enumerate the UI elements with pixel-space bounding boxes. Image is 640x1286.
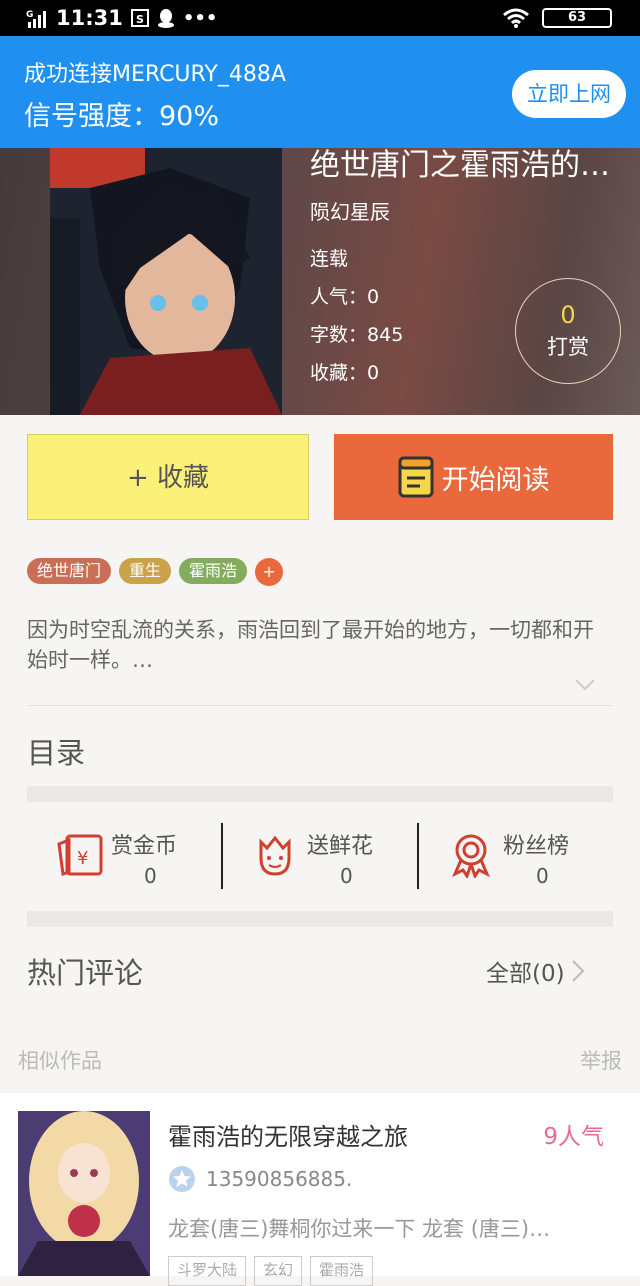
similar-work-popularity: 9人气 xyxy=(543,1124,604,1150)
reward-fans-label: 粉丝榜 xyxy=(503,834,570,859)
go-online-button[interactable]: 立即上网 xyxy=(512,70,626,118)
sim-icon: S xyxy=(130,9,149,27)
favorite-button[interactable]: + 收藏 xyxy=(27,434,309,520)
tip-button[interactable]: 0 打赏 xyxy=(515,278,621,384)
similar-work-tags: 斗罗大陆 玄幻 霍雨浩 xyxy=(168,1256,374,1286)
tip-count: 0 xyxy=(560,301,576,329)
svg-text:¥: ¥ xyxy=(77,848,88,869)
wifi-connected-banner[interactable]: 成功连接MERCURY_488A 信号强度：90% 立即上网 xyxy=(0,36,640,148)
tip-label: 打赏 xyxy=(547,335,589,359)
section-divider xyxy=(27,911,613,927)
flower-icon xyxy=(259,835,291,876)
banner-signal-strength: 信号强度：90% xyxy=(24,101,220,132)
battery-indicator: 63 xyxy=(542,8,612,28)
all-comments-link[interactable]: 全部(0) xyxy=(486,954,585,988)
reward-coins-label: 赏金币 xyxy=(111,834,178,859)
book-header: 绝世唐门之霍雨浩的… 陨幻星辰 连载 人气：0 字数：845 收藏：0 0 打赏 xyxy=(0,148,640,415)
similar-work-author-name: 13590856885. xyxy=(206,1167,353,1191)
similar-tag[interactable]: 斗罗大陆 xyxy=(168,1256,247,1286)
book-cover[interactable] xyxy=(50,148,282,415)
reward-coins-value: 0 xyxy=(144,864,157,888)
svg-text:G: G xyxy=(26,10,33,20)
add-tag-button[interactable]: + xyxy=(255,558,284,586)
tag-list: 绝世唐门 重生 霍雨浩 + xyxy=(27,558,284,586)
reward-flowers[interactable]: 送鲜花 0 xyxy=(223,820,417,892)
all-comments-label: 全部(0) xyxy=(486,961,565,987)
divider xyxy=(27,705,613,706)
medal-icon xyxy=(452,834,490,878)
clock: 11:31 xyxy=(56,6,123,30)
chevron-right-icon xyxy=(571,960,585,982)
similar-cover-art xyxy=(18,1111,150,1276)
start-reading-button[interactable]: 开始阅读 xyxy=(334,434,613,520)
similar-work-cover[interactable] xyxy=(18,1111,150,1276)
banner-ssid: 成功连接MERCURY_488A xyxy=(24,62,286,87)
reward-flowers-label: 送鲜花 xyxy=(307,834,374,859)
reward-flowers-value: 0 xyxy=(340,864,353,888)
reward-fans-value: 0 xyxy=(536,864,549,888)
tag-item[interactable]: 绝世唐门 xyxy=(27,558,112,584)
coin-envelope-icon: ¥ xyxy=(57,834,103,876)
status-bar: G 11:31 S ••• 63 xyxy=(0,0,640,36)
qq-icon xyxy=(157,9,174,28)
svg-text:S: S xyxy=(136,13,144,26)
section-divider xyxy=(27,786,613,802)
reward-fans[interactable]: 粉丝榜 0 xyxy=(419,820,613,892)
catalog-title[interactable]: 目录 xyxy=(27,730,85,772)
similar-work-card[interactable]: 霍雨浩的无限穿越之旅 9人气 13590856885. 龙套(唐三)舞桐你过来一… xyxy=(0,1093,640,1286)
rewards-row: ¥ 赏金币 0 送鲜花 0 粉丝榜 0 xyxy=(27,820,613,892)
stat-popularity: 人气：0 xyxy=(310,286,380,308)
similar-work-intro: 龙套(唐三)舞桐你过来一下 龙套 (唐三)… xyxy=(168,1217,551,1241)
similar-works-title: 相似作品 xyxy=(18,1049,102,1073)
more-icon: ••• xyxy=(182,7,218,29)
stat-word-count: 字数：845 xyxy=(310,324,404,346)
reward-coins[interactable]: ¥ 赏金币 0 xyxy=(27,820,221,892)
book-title: 绝世唐门之霍雨浩的… xyxy=(310,148,610,183)
similar-tag[interactable]: 玄幻 xyxy=(254,1256,303,1286)
chevron-down-icon[interactable] xyxy=(574,678,596,692)
similar-work-title[interactable]: 霍雨浩的无限穿越之旅 xyxy=(168,1117,408,1152)
tag-item[interactable]: 重生 xyxy=(119,558,172,584)
book-icon xyxy=(398,456,433,498)
report-link[interactable]: 举报 xyxy=(580,1045,622,1075)
wifi-icon xyxy=(503,8,529,28)
similar-work-author[interactable]: 13590856885. xyxy=(168,1165,352,1193)
book-author[interactable]: 陨幻星辰 xyxy=(310,196,390,225)
book-status: 连载 xyxy=(310,248,349,270)
tag-item[interactable]: 霍雨浩 xyxy=(179,558,248,584)
start-reading-label: 开始阅读 xyxy=(441,464,550,496)
similar-tag[interactable]: 霍雨浩 xyxy=(310,1256,374,1286)
cover-art xyxy=(50,148,282,415)
star-badge-icon xyxy=(169,1166,195,1192)
hot-comments-title: 热门评论 xyxy=(27,956,144,990)
signal-icon: G xyxy=(26,10,46,28)
stat-favorites: 收藏：0 xyxy=(310,362,380,384)
book-description[interactable]: 因为时空乱流的关系，雨浩回到了最开始的地方，一切都和开始时一样。… xyxy=(27,615,607,675)
